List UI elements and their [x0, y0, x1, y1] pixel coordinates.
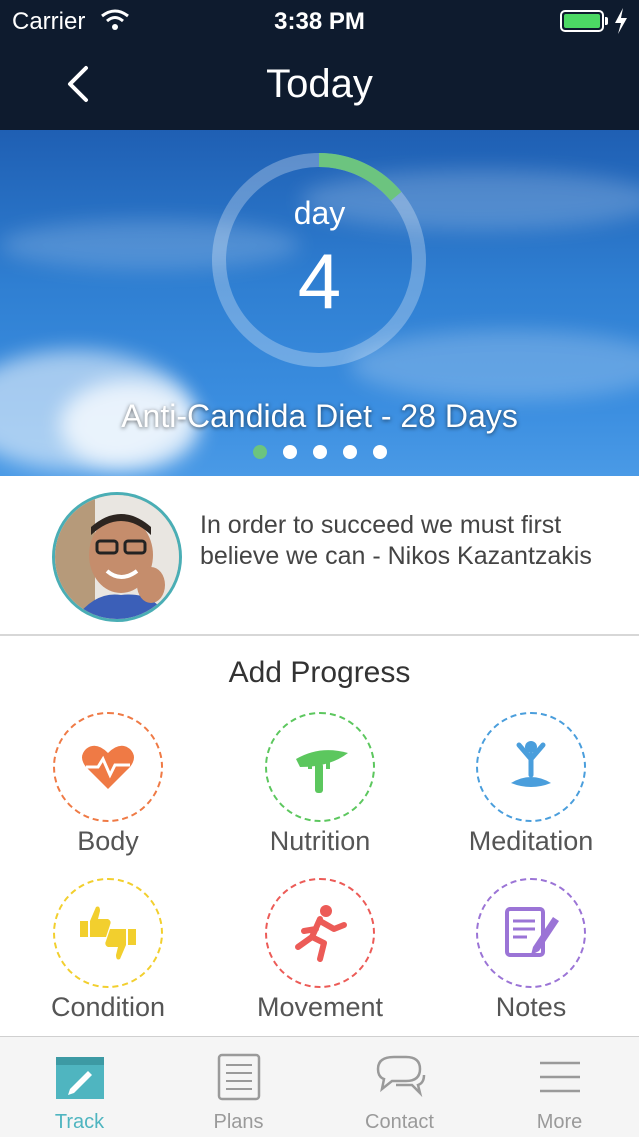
tab-plans-label: Plans — [213, 1111, 264, 1133]
add-progress-title: Add Progress — [228, 656, 411, 689]
chat-bubbles-icon — [376, 1055, 426, 1098]
progress-notes-label: Notes — [495, 992, 567, 1022]
avatar — [52, 492, 182, 622]
page-indicator[interactable] — [0, 445, 639, 464]
page-dot[interactable] — [252, 445, 267, 459]
plan-title: Anti-Candida Diet - 28 Days — [121, 398, 518, 434]
thumbs-up-down-icon — [80, 906, 136, 960]
status-bar: Carrier 3:38 PM — [0, 0, 639, 44]
progress-condition-button[interactable]: Condition — [8, 878, 208, 1028]
menu-lines-icon — [540, 1061, 580, 1093]
notepad-pencil-icon — [505, 907, 559, 957]
battery-icon — [560, 10, 604, 32]
charging-bolt-icon — [614, 8, 628, 41]
progress-movement-button[interactable]: Movement — [220, 878, 420, 1028]
page-dot[interactable] — [342, 445, 357, 459]
progress-movement-label: Movement — [256, 992, 384, 1022]
tab-bar: Track Plans Contact More — [0, 1036, 639, 1137]
progress-nutrition-button[interactable]: Nutrition — [220, 712, 420, 862]
running-person-icon — [295, 905, 347, 962]
heart-pulse-icon — [82, 745, 134, 789]
meditation-icon — [511, 741, 551, 787]
top-bar: Carrier 3:38 PM Today — [0, 0, 639, 130]
progress-body-label: Body — [77, 826, 139, 856]
list-document-icon — [217, 1053, 261, 1101]
page-dot[interactable] — [372, 445, 387, 459]
tab-plans[interactable]: Plans — [159, 1037, 318, 1137]
progress-notes-button[interactable]: Notes — [431, 878, 631, 1028]
progress-nutrition-label: Nutrition — [269, 826, 371, 856]
day-number: 4 — [297, 237, 342, 325]
tab-more-label: More — [536, 1111, 583, 1133]
quote-text: In order to succeed we must first believ… — [200, 511, 592, 570]
status-time: 3:38 PM — [274, 8, 365, 35]
page-dot[interactable] — [282, 445, 297, 459]
tab-more[interactable]: More — [480, 1037, 639, 1137]
progress-condition-label: Condition — [50, 992, 166, 1022]
calendar-pencil-icon — [56, 1057, 104, 1099]
page-dot[interactable] — [312, 445, 327, 459]
progress-body-button[interactable]: Body — [8, 712, 208, 862]
fork-carrot-icon — [296, 750, 348, 793]
tab-track[interactable]: Track — [0, 1037, 159, 1137]
tab-contact-label: Contact — [365, 1111, 434, 1133]
tab-track-label: Track — [54, 1111, 105, 1133]
tab-contact[interactable]: Contact — [320, 1037, 479, 1137]
daily-quote: In order to succeed we must first believ… — [0, 476, 639, 636]
page-title: Today — [266, 62, 373, 106]
day-label: day — [293, 195, 346, 231]
progress-meditation-button[interactable]: Meditation — [431, 712, 631, 862]
progress-meditation-label: Meditation — [468, 826, 594, 856]
